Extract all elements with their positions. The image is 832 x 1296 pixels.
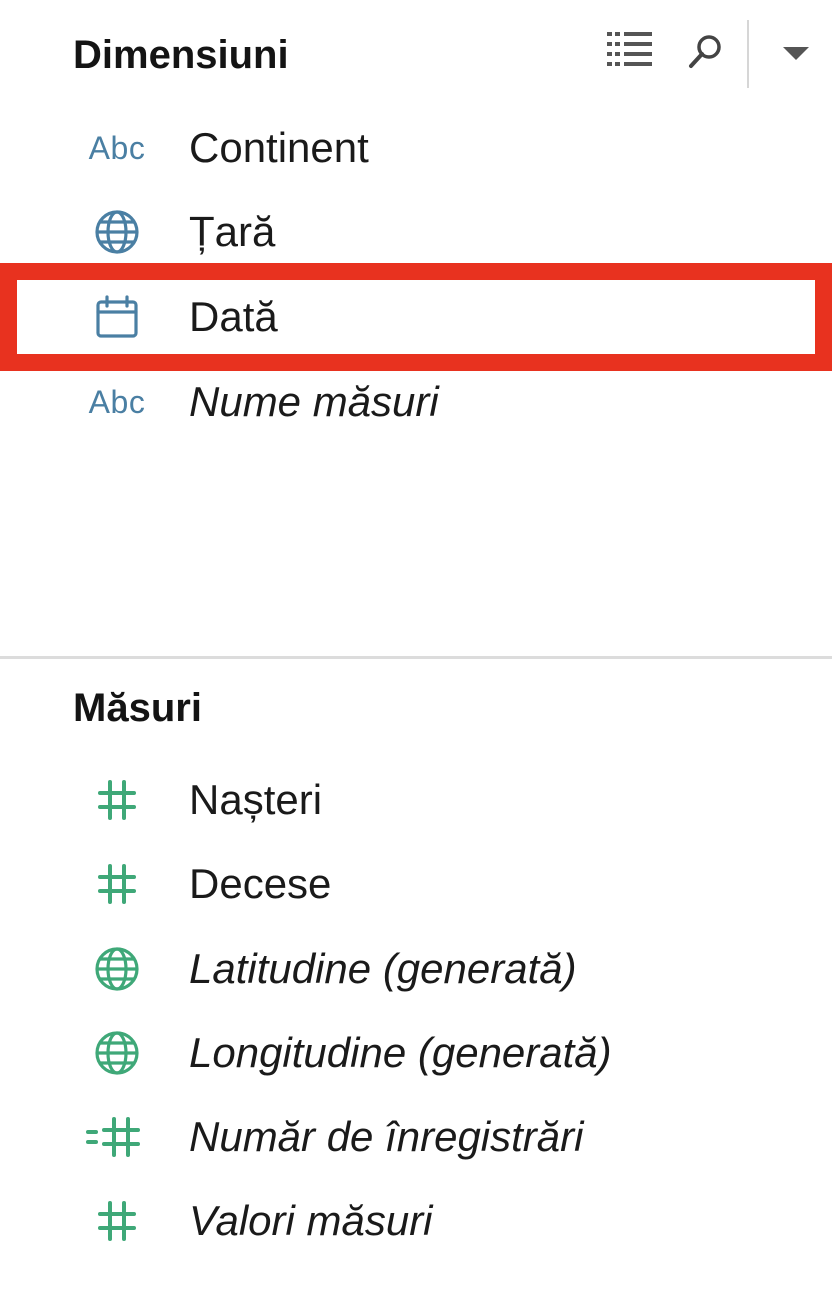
measure-field-latitudine[interactable]: Latitudine (generată)	[0, 927, 832, 1011]
measure-field-longitudine[interactable]: Longitudine (generată)	[0, 1011, 832, 1095]
dimensions-title: Dimensiuni	[73, 33, 289, 77]
dimension-field-nume-masuri[interactable]: Abc Nume măsuri	[0, 360, 832, 444]
field-label: Nașteri	[189, 776, 323, 823]
dimension-field-tara[interactable]: Țară	[0, 190, 832, 274]
measure-field-numar-inregistrari[interactable]: Număr de înregistrări	[0, 1095, 832, 1179]
measure-field-nasteri[interactable]: Nașteri	[0, 758, 832, 842]
field-label: Țară	[189, 208, 276, 255]
field-label: Valori măsuri	[189, 1197, 433, 1244]
globe-icon	[76, 1023, 158, 1083]
globe-icon	[76, 202, 158, 262]
globe-icon	[76, 939, 158, 999]
dimension-field-continent[interactable]: Abc Continent	[0, 106, 832, 190]
data-pane-toolbar	[600, 20, 832, 90]
dropdown-arrow-icon[interactable]	[776, 32, 816, 72]
abc-string-icon: Abc	[88, 383, 146, 420]
toolbar-divider	[747, 20, 749, 88]
search-icon[interactable]	[684, 30, 728, 74]
field-label: Număr de înregistrări	[189, 1113, 584, 1160]
measure-field-valori-masuri[interactable]: Valori măsuri	[0, 1179, 832, 1263]
list-view-icon[interactable]	[600, 26, 658, 74]
field-label: Decese	[189, 860, 332, 907]
field-label: Latitudine (generată)	[189, 945, 577, 992]
field-label: Longitudine (generată)	[189, 1029, 612, 1076]
field-label: Continent	[189, 124, 369, 171]
field-label: Nume măsuri	[189, 378, 439, 425]
abc-string-icon: Abc	[88, 129, 146, 166]
section-divider	[0, 656, 832, 659]
number-icon	[76, 854, 158, 914]
highlight-annotation-box	[0, 263, 832, 371]
measure-field-decese[interactable]: Decese	[0, 842, 832, 926]
calculated-number-icon	[76, 1107, 158, 1167]
measures-title: Măsuri	[73, 686, 202, 730]
number-icon	[76, 770, 158, 830]
number-icon	[76, 1191, 158, 1251]
